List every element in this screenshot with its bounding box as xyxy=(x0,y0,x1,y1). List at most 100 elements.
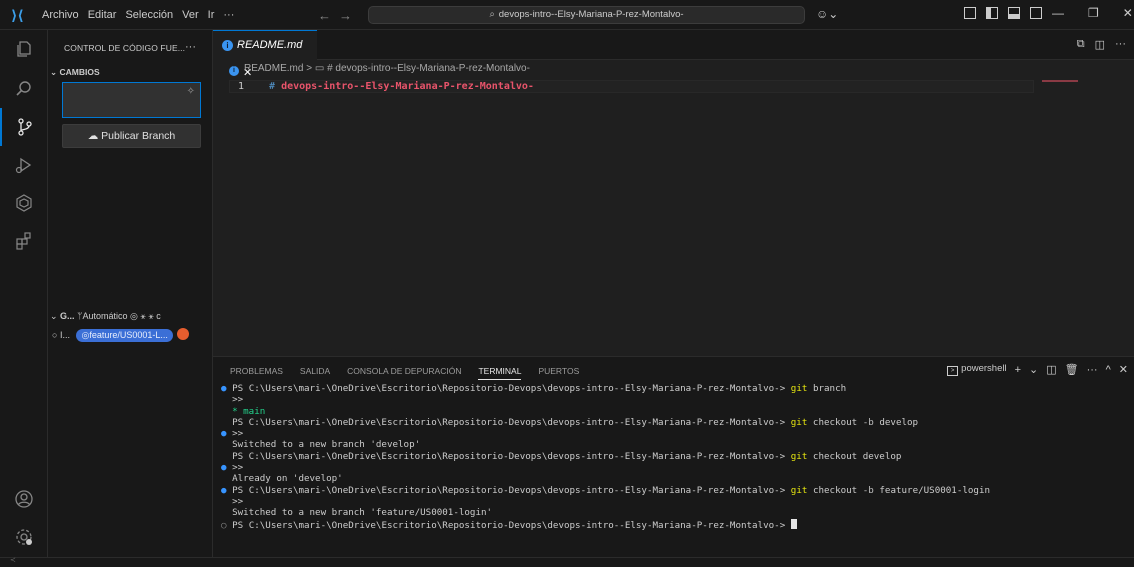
new-terminal-icon[interactable]: + xyxy=(1015,364,1021,376)
cmd-args: develop xyxy=(879,416,919,428)
branch-list-output: * main xyxy=(232,405,266,417)
sparkle-icon[interactable]: ✧ xyxy=(187,86,195,97)
graph-section-header[interactable]: ⌄ G... ᛘAutomático ◎ ⚹ ⚹ c xyxy=(50,311,161,322)
publish-branch-button[interactable]: ☁ Publicar Branch xyxy=(62,124,201,148)
graph-row-label: I... xyxy=(59,330,70,340)
toggle-panel-icon[interactable] xyxy=(1008,7,1020,19)
output-line: Already on 'develop' xyxy=(232,473,343,485)
command-decoration-icon: ● xyxy=(221,484,227,496)
copilot-icon: ☺ xyxy=(816,7,829,21)
explorer-icon[interactable] xyxy=(0,30,48,68)
command-decoration-icon: ○ xyxy=(221,519,227,531)
terminal-selector[interactable]: > powershell xyxy=(947,363,1007,376)
terminal-icon: > xyxy=(947,366,959,376)
sidebar-title: CONTROL DE CÓDIGO FUE... xyxy=(64,43,186,53)
code-hash: # xyxy=(269,81,276,92)
menu-editar[interactable]: Editar xyxy=(88,9,117,21)
panel-more-icon[interactable]: ··· xyxy=(1087,364,1098,376)
extensions-icon[interactable] xyxy=(0,222,48,260)
nav-back-icon[interactable]: ← xyxy=(318,8,339,23)
pull-icon[interactable]: ⚹ xyxy=(148,311,153,321)
minimize-icon[interactable]: — xyxy=(1052,6,1064,20)
breadcrumb-symbol[interactable]: # devops-intro--Elsy-Mariana-P-rez-Monta… xyxy=(327,63,530,74)
minimap[interactable] xyxy=(1042,80,1078,82)
bottom-panel: PROBLEMAS SALIDA CONSOLA DE DEPURACIÓN T… xyxy=(213,356,1134,557)
activity-bar xyxy=(0,30,48,557)
target-icon[interactable]: ◎ xyxy=(130,311,138,321)
search-activity-icon[interactable] xyxy=(0,70,48,108)
menu-ir[interactable]: Ir xyxy=(208,9,215,21)
vscode-logo-icon: ⟩⟨ xyxy=(11,7,24,23)
prompt: PS C:\Users\mari-\OneDrive\Escritorio\Re… xyxy=(232,519,786,531)
info-icon: i xyxy=(229,66,239,76)
close-panel-icon[interactable]: ✕ xyxy=(1119,363,1128,376)
split-terminal-icon[interactable]: ◫ xyxy=(1046,363,1056,376)
info-icon: i xyxy=(222,40,233,51)
command-center[interactable]: ⌕ devops-intro--Elsy-Mariana-P-rez-Montal… xyxy=(368,6,805,24)
prompt: PS C:\Users\mari-\OneDrive\Escritorio\Re… xyxy=(232,484,786,496)
nav-forward-icon[interactable]: → xyxy=(339,8,360,23)
remote-explorer-icon[interactable] xyxy=(0,184,48,222)
tab-salida[interactable]: SALIDA xyxy=(300,366,330,380)
sidebar-more-button[interactable]: ··· xyxy=(185,41,196,53)
remote-indicator-icon[interactable]: ≺ xyxy=(10,556,16,564)
menu-bar: Archivo Editar Selección Ver Ir ··· xyxy=(42,0,243,30)
panel-tabs: PROBLEMAS SALIDA CONSOLA DE DEPURACIÓN T… xyxy=(230,366,579,380)
terminal-output[interactable]: ● PS C:\Users\mari-\OneDrive\Escritorio\… xyxy=(221,383,1131,531)
trash-icon[interactable]: 🗑 xyxy=(1065,363,1079,376)
changes-section-label: CAMBIOS xyxy=(59,67,100,77)
status-bar: ≺ xyxy=(0,557,1134,567)
prompt: PS C:\Users\mari-\OneDrive\Escritorio\Re… xyxy=(232,383,786,394)
prompt: PS C:\Users\mari-\OneDrive\Escritorio\Re… xyxy=(232,450,786,462)
output-line: Switched to a new branch 'develop' xyxy=(232,439,421,451)
panel-actions: > powershell + ⌄ ◫ 🗑 ··· ^ ✕ xyxy=(947,363,1128,376)
split-editor-icon[interactable]: ◫ xyxy=(1095,38,1105,51)
more-actions-icon[interactable]: c xyxy=(156,311,161,321)
copilot-button[interactable]: ☺⌄ xyxy=(816,7,838,21)
source-control-icon[interactable] xyxy=(0,108,48,146)
menu-archivo[interactable]: Archivo xyxy=(42,9,79,21)
graph-section-title: G... xyxy=(60,311,75,321)
menu-more[interactable]: ··· xyxy=(223,9,234,21)
maximize-panel-icon[interactable]: ^ xyxy=(1106,364,1111,376)
commit-message-input[interactable]: ✧ xyxy=(62,82,201,118)
cmd-args: feature/US0001-login xyxy=(879,484,991,496)
toggle-sidebar-icon[interactable] xyxy=(986,7,998,19)
command-decoration-icon: ● xyxy=(221,383,227,394)
toggle-secondary-sidebar-icon[interactable] xyxy=(1030,7,1042,19)
cmd-git: git xyxy=(790,450,808,462)
graph-mode-label[interactable]: Automático xyxy=(82,311,127,321)
menu-seleccion[interactable]: Selección xyxy=(125,9,173,21)
tab-puertos[interactable]: PUERTOS xyxy=(538,366,579,380)
shell-label: powershell xyxy=(961,363,1007,374)
graph-row[interactable]: ○ I... ◎feature/US0001-L... xyxy=(52,328,190,342)
continuation: >> xyxy=(232,495,244,507)
close-window-icon[interactable]: ✕ xyxy=(1123,6,1133,20)
customize-layout-icon[interactable] xyxy=(964,7,976,19)
tab-problemas[interactable]: PROBLEMAS xyxy=(230,366,283,380)
breadcrumb-separator: > xyxy=(306,63,313,74)
menu-ver[interactable]: Ver xyxy=(182,9,199,21)
fetch-icon[interactable]: ⚹ xyxy=(140,311,145,321)
restore-icon[interactable]: ❐ xyxy=(1088,6,1099,20)
tab-readme[interactable]: i README.md ✕ xyxy=(213,30,317,79)
cloud-upload-icon: ☁ xyxy=(87,130,99,142)
settings-gear-icon[interactable] xyxy=(0,518,48,556)
terminal-dropdown-icon[interactable]: ⌄ xyxy=(1029,363,1038,376)
account-icon[interactable] xyxy=(0,480,48,518)
open-preview-icon[interactable]: ⧉ xyxy=(1077,38,1085,51)
editor-more-icon[interactable]: ··· xyxy=(1115,38,1126,51)
tab-consola-depuracion[interactable]: CONSOLA DE DEPURACIÓN xyxy=(347,366,461,380)
tab-terminal[interactable]: TERMINAL xyxy=(478,366,522,380)
command-decoration-icon: ● xyxy=(221,428,227,440)
tab-readme-label: README.md xyxy=(237,39,303,51)
branch-badge: ◎feature/US0001-L... xyxy=(76,329,173,342)
code-line[interactable]: # devops-intro--Elsy-Mariana-P-rez-Monta… xyxy=(269,80,534,93)
continuation: >> xyxy=(232,394,244,406)
source-control-sidebar: CONTROL DE CÓDIGO FUE... ··· ⌄ CAMBIOS ✧… xyxy=(48,30,213,557)
run-debug-icon[interactable] xyxy=(0,146,48,184)
changes-section-header[interactable]: ⌄ CAMBIOS xyxy=(50,67,100,78)
terminal-cursor xyxy=(790,518,797,529)
breadcrumb-file[interactable]: README.md xyxy=(244,63,303,74)
title-bar: ⟩⟨ Archivo Editar Selección Ver Ir ··· ←… xyxy=(0,0,1134,30)
